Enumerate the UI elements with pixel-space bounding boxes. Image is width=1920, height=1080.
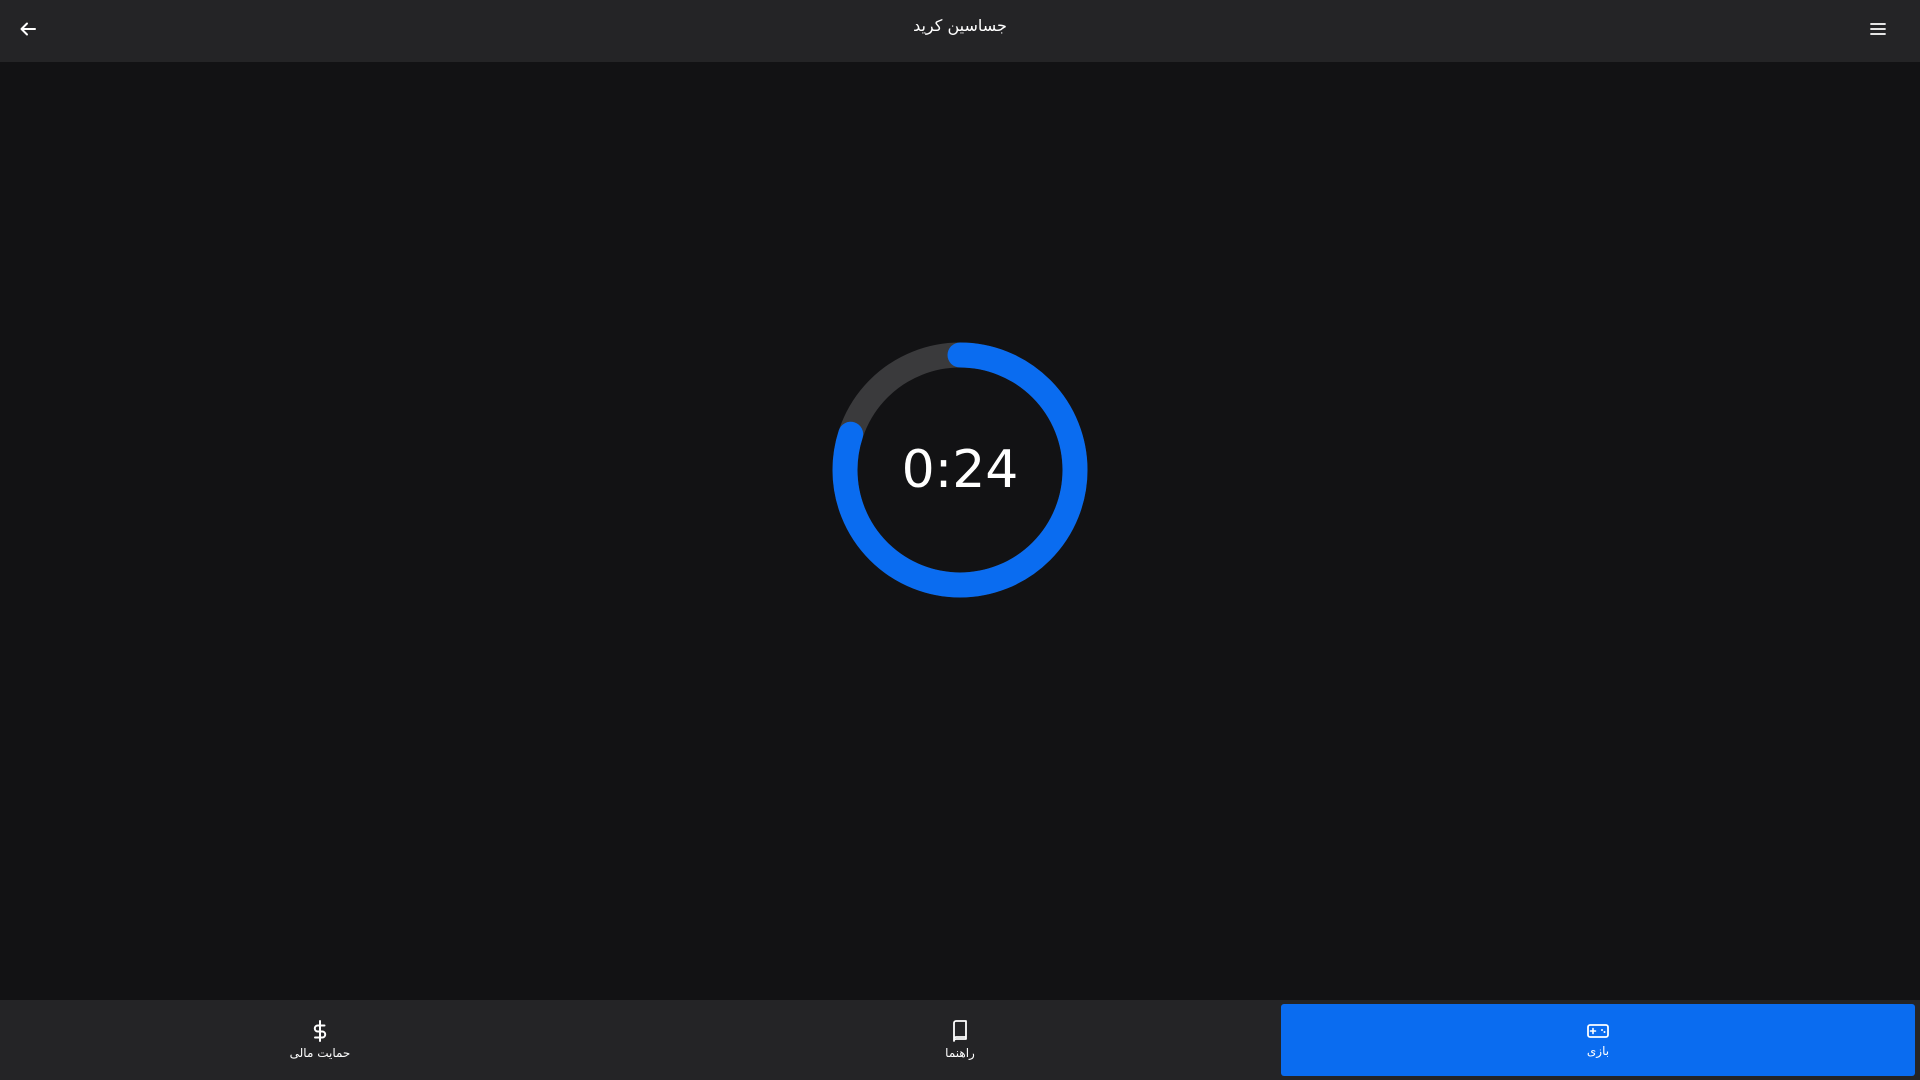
nav-item-donate[interactable]: حمایت مالی xyxy=(0,1004,640,1076)
top-app-bar: جساسین کرید xyxy=(0,0,1920,62)
nav-item-label: راهنما xyxy=(945,1046,975,1060)
dollar-icon xyxy=(313,1020,327,1042)
bottom-navigation: حمایت مالی راهنما بازی xyxy=(0,1000,1920,1080)
timer-value: 0:24 xyxy=(901,440,1019,500)
book-icon xyxy=(953,1020,967,1042)
countdown-timer: 0:24 xyxy=(830,340,1090,600)
menu-button[interactable] xyxy=(1860,11,1896,47)
page-title: جساسین کرید xyxy=(913,16,1007,35)
hamburger-menu-icon xyxy=(1870,23,1886,35)
gamepad-icon xyxy=(1587,1024,1609,1038)
nav-item-label: بازی xyxy=(1586,1044,1610,1058)
nav-item-game[interactable]: بازی xyxy=(1281,1004,1915,1076)
nav-item-label: حمایت مالی xyxy=(289,1046,351,1060)
nav-item-guide[interactable]: راهنما xyxy=(640,1004,1280,1076)
